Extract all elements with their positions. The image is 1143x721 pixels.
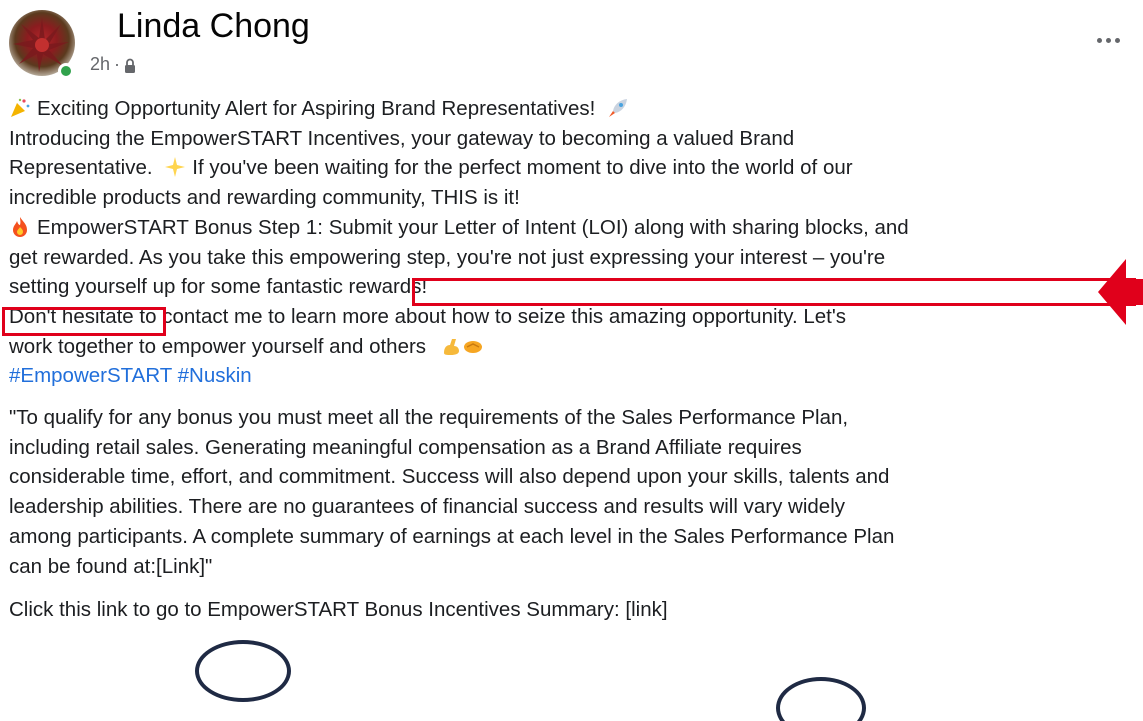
post-line: Representative. If you've been waiting f… [9, 156, 853, 180]
post-line: Introducing the EmpowerSTART Incentives,… [9, 126, 795, 150]
post-line: work together to empower yourself and ot… [9, 332, 1134, 362]
post-line: incredible products and rewarding commun… [9, 186, 520, 210]
summary-link[interactable]: [Link]" [156, 555, 212, 578]
post-time[interactable]: 2h [90, 52, 110, 76]
lock-icon [124, 56, 136, 73]
post-line: EmpowerSTART Bonus Step 1: Submit your L… [9, 213, 1134, 243]
hashtag-link[interactable]: #Nuskin [178, 364, 252, 387]
arrow-icon [1098, 259, 1143, 325]
annotation-circle [195, 640, 291, 702]
party-popper-icon [9, 97, 31, 119]
rocket-icon [607, 97, 629, 119]
disclaimer: "To qualify for any bonus you must meet … [9, 403, 1134, 581]
author-name[interactable]: Linda Chong [117, 6, 310, 46]
post-line: get rewarded. As you take this empowerin… [9, 245, 886, 269]
flexed-biceps-icon [440, 335, 462, 357]
post-line: Exciting Opportunity Alert for Aspiring … [9, 94, 1134, 124]
hashtags: #EmpowerSTART #Nuskin [9, 361, 1134, 391]
disclaimer-line: including retail sales. Generating meani… [9, 435, 802, 459]
online-status-icon [58, 63, 74, 79]
more-options-icon[interactable] [1090, 30, 1126, 50]
disclaimer-line: can be found at:[Link]" [9, 554, 213, 578]
meta-separator: · [114, 54, 121, 74]
disclaimer-line: considerable time, effort, and commitmen… [9, 465, 890, 489]
post-meta: 2h · [90, 52, 136, 76]
annotation-circle [776, 677, 866, 721]
cta-line: Click this link to go to EmpowerSTART Bo… [9, 598, 668, 622]
handshake-icon [462, 335, 484, 357]
post-body: Exciting Opportunity Alert for Aspiring … [9, 94, 1134, 625]
post-line: Don't hesitate to contact me to learn mo… [9, 304, 847, 328]
highlighted-text: Submit your Letter of Intent (LOI) along… [328, 215, 909, 239]
sparkle-icon [164, 156, 186, 178]
disclaimer-line: leadership abilities. There are no guara… [9, 495, 845, 519]
highlighted-text: get rewarded [9, 245, 129, 269]
disclaimer-line: among participants. A complete summary o… [9, 524, 895, 548]
disclaimer-line: "To qualify for any bonus you must meet … [9, 406, 849, 430]
post-line: setting yourself up for some fantastic r… [9, 275, 428, 299]
hashtag-link[interactable]: #EmpowerSTART [9, 364, 172, 387]
fire-icon [9, 216, 31, 238]
bonus-summary-link[interactable]: [link] [625, 598, 667, 621]
